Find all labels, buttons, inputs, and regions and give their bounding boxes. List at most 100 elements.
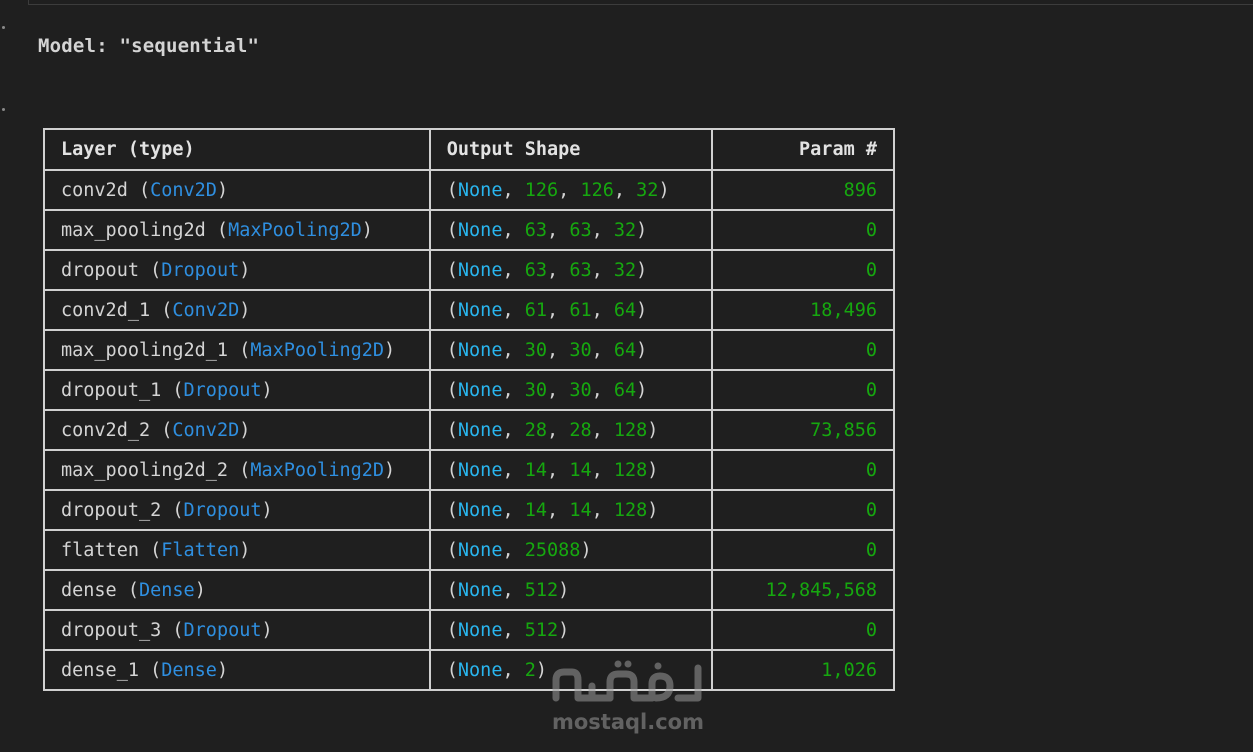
paren: ( [446,379,458,401]
output-shape-cell: (None, 30, 30, 64) [428,369,714,411]
output-shape-cell: (None, 2) [428,649,714,691]
shape-dim: 512 [524,619,559,641]
param-count: 0 [865,459,877,481]
shape-dim: 30 [569,339,592,361]
paren: ) [647,419,659,441]
paren: ) [636,259,648,281]
comma: , [613,179,637,201]
layer-cell: dropout_3 (Dropout) [43,609,431,651]
table-row: dropout_1 (Dropout) (None, 30, 30, 64) 0 [43,369,895,411]
shape-dim: 32 [613,259,637,281]
cell-top-border [28,0,1253,5]
layer-cell: conv2d_2 (Conv2D) [43,409,431,451]
comma: , [547,219,570,241]
table-row: dropout_2 (Dropout) (None, 14, 14, 128) 0 [43,489,895,531]
layer-type: Dense [138,579,195,601]
comma: , [591,259,614,281]
param-cell: 0 [711,529,895,571]
paren: ( [228,339,251,361]
table-row: dense (Dense) (None, 512) 12,845,568 [43,569,895,611]
param-cell: 0 [711,209,895,251]
shape-dim: 64 [613,339,637,361]
paren: ) [261,499,273,521]
param-count: 0 [865,259,877,281]
param-count: 0 [865,379,877,401]
shape-dim: 63 [569,259,592,281]
output-shape-cell: (None, 30, 30, 64) [428,329,714,371]
comma: , [591,499,614,521]
output-shape-cell: (None, 25088) [428,529,714,571]
shape-dim: 30 [569,379,592,401]
paren: ( [138,259,162,281]
paren: ) [558,619,570,641]
paren: ) [535,659,548,681]
shape-dim: 14 [524,459,548,481]
layer-name: max_pooling2d_2 [61,459,229,481]
param-cell: 0 [711,449,895,491]
layer-type: Dropout [161,259,240,281]
param-cell: 18,496 [711,289,895,331]
shape-dim: 14 [569,499,592,521]
shape-dim: 14 [524,499,548,521]
paren: ) [361,219,373,241]
shape-dim: 2 [524,659,536,681]
layer-cell: dropout_2 (Dropout) [43,489,431,531]
table-row: flatten (Flatten) (None, 25088) 0 [43,529,895,571]
comma: , [547,379,570,401]
comma: , [547,419,570,441]
shape-dim: 63 [524,259,548,281]
layer-cell: max_pooling2d_2 (MaxPooling2D) [43,449,431,491]
shape-dim: 30 [524,379,548,401]
layer-type: Dropout [183,619,262,641]
shape-dim: 128 [613,499,648,521]
batch-none: None [457,259,503,281]
layer-type: MaxPooling2D [250,459,385,481]
paren: ( [138,539,162,561]
paren: ) [384,459,396,481]
param-count: 0 [865,619,877,641]
param-count: 73,856 [810,419,877,441]
paren: ( [446,339,458,361]
paren: ( [205,219,229,241]
shape-dim: 61 [569,299,592,321]
comma: , [591,459,614,481]
shape-dim: 126 [580,179,614,201]
paren: ( [161,499,184,521]
paren: ) [261,619,273,641]
gutter-marker [2,108,5,111]
param-count: 0 [865,219,877,241]
param-count: 0 [865,339,877,361]
comma: , [502,339,525,361]
layer-name: dropout_2 [61,499,162,521]
paren: ) [194,579,206,601]
paren: ( [138,659,162,681]
output-shape-cell: (None, 512) [428,569,714,611]
paren: ( [446,179,458,201]
shape-dim: 64 [613,299,637,321]
param-count: 0 [865,499,877,521]
paren: ) [239,539,251,561]
paren: ) [239,259,251,281]
layer-type: Conv2D [172,419,240,441]
layer-cell: dense (Dense) [43,569,431,611]
paren: ) [647,459,659,481]
table-row: conv2d_1 (Conv2D) (None, 61, 61, 64) 18,49… [43,289,895,331]
table-row: conv2d_2 (Conv2D) (None, 28, 28, 128) 73,8… [43,409,895,451]
shape-dim: 28 [569,419,592,441]
shape-dim: 28 [524,419,548,441]
output-shape-cell: (None, 63, 63, 32) [428,249,714,291]
layer-cell: conv2d (Conv2D) [43,169,431,211]
param-cell: 0 [711,489,895,531]
paren: ( [161,619,184,641]
comma: , [502,419,525,441]
param-cell: 0 [711,609,895,651]
output-shape-cell: (None, 63, 63, 32) [428,209,714,251]
comma: , [547,459,570,481]
table-row: max_pooling2d_1 (MaxPooling2D) (None, 30,… [43,329,895,371]
batch-none: None [457,299,503,321]
layer-cell: flatten (Flatten) [43,529,431,571]
output-shape-cell: (None, 14, 14, 128) [428,489,714,531]
comma: , [502,459,525,481]
comma: , [502,619,525,641]
layer-name: conv2d_1 [61,299,151,321]
